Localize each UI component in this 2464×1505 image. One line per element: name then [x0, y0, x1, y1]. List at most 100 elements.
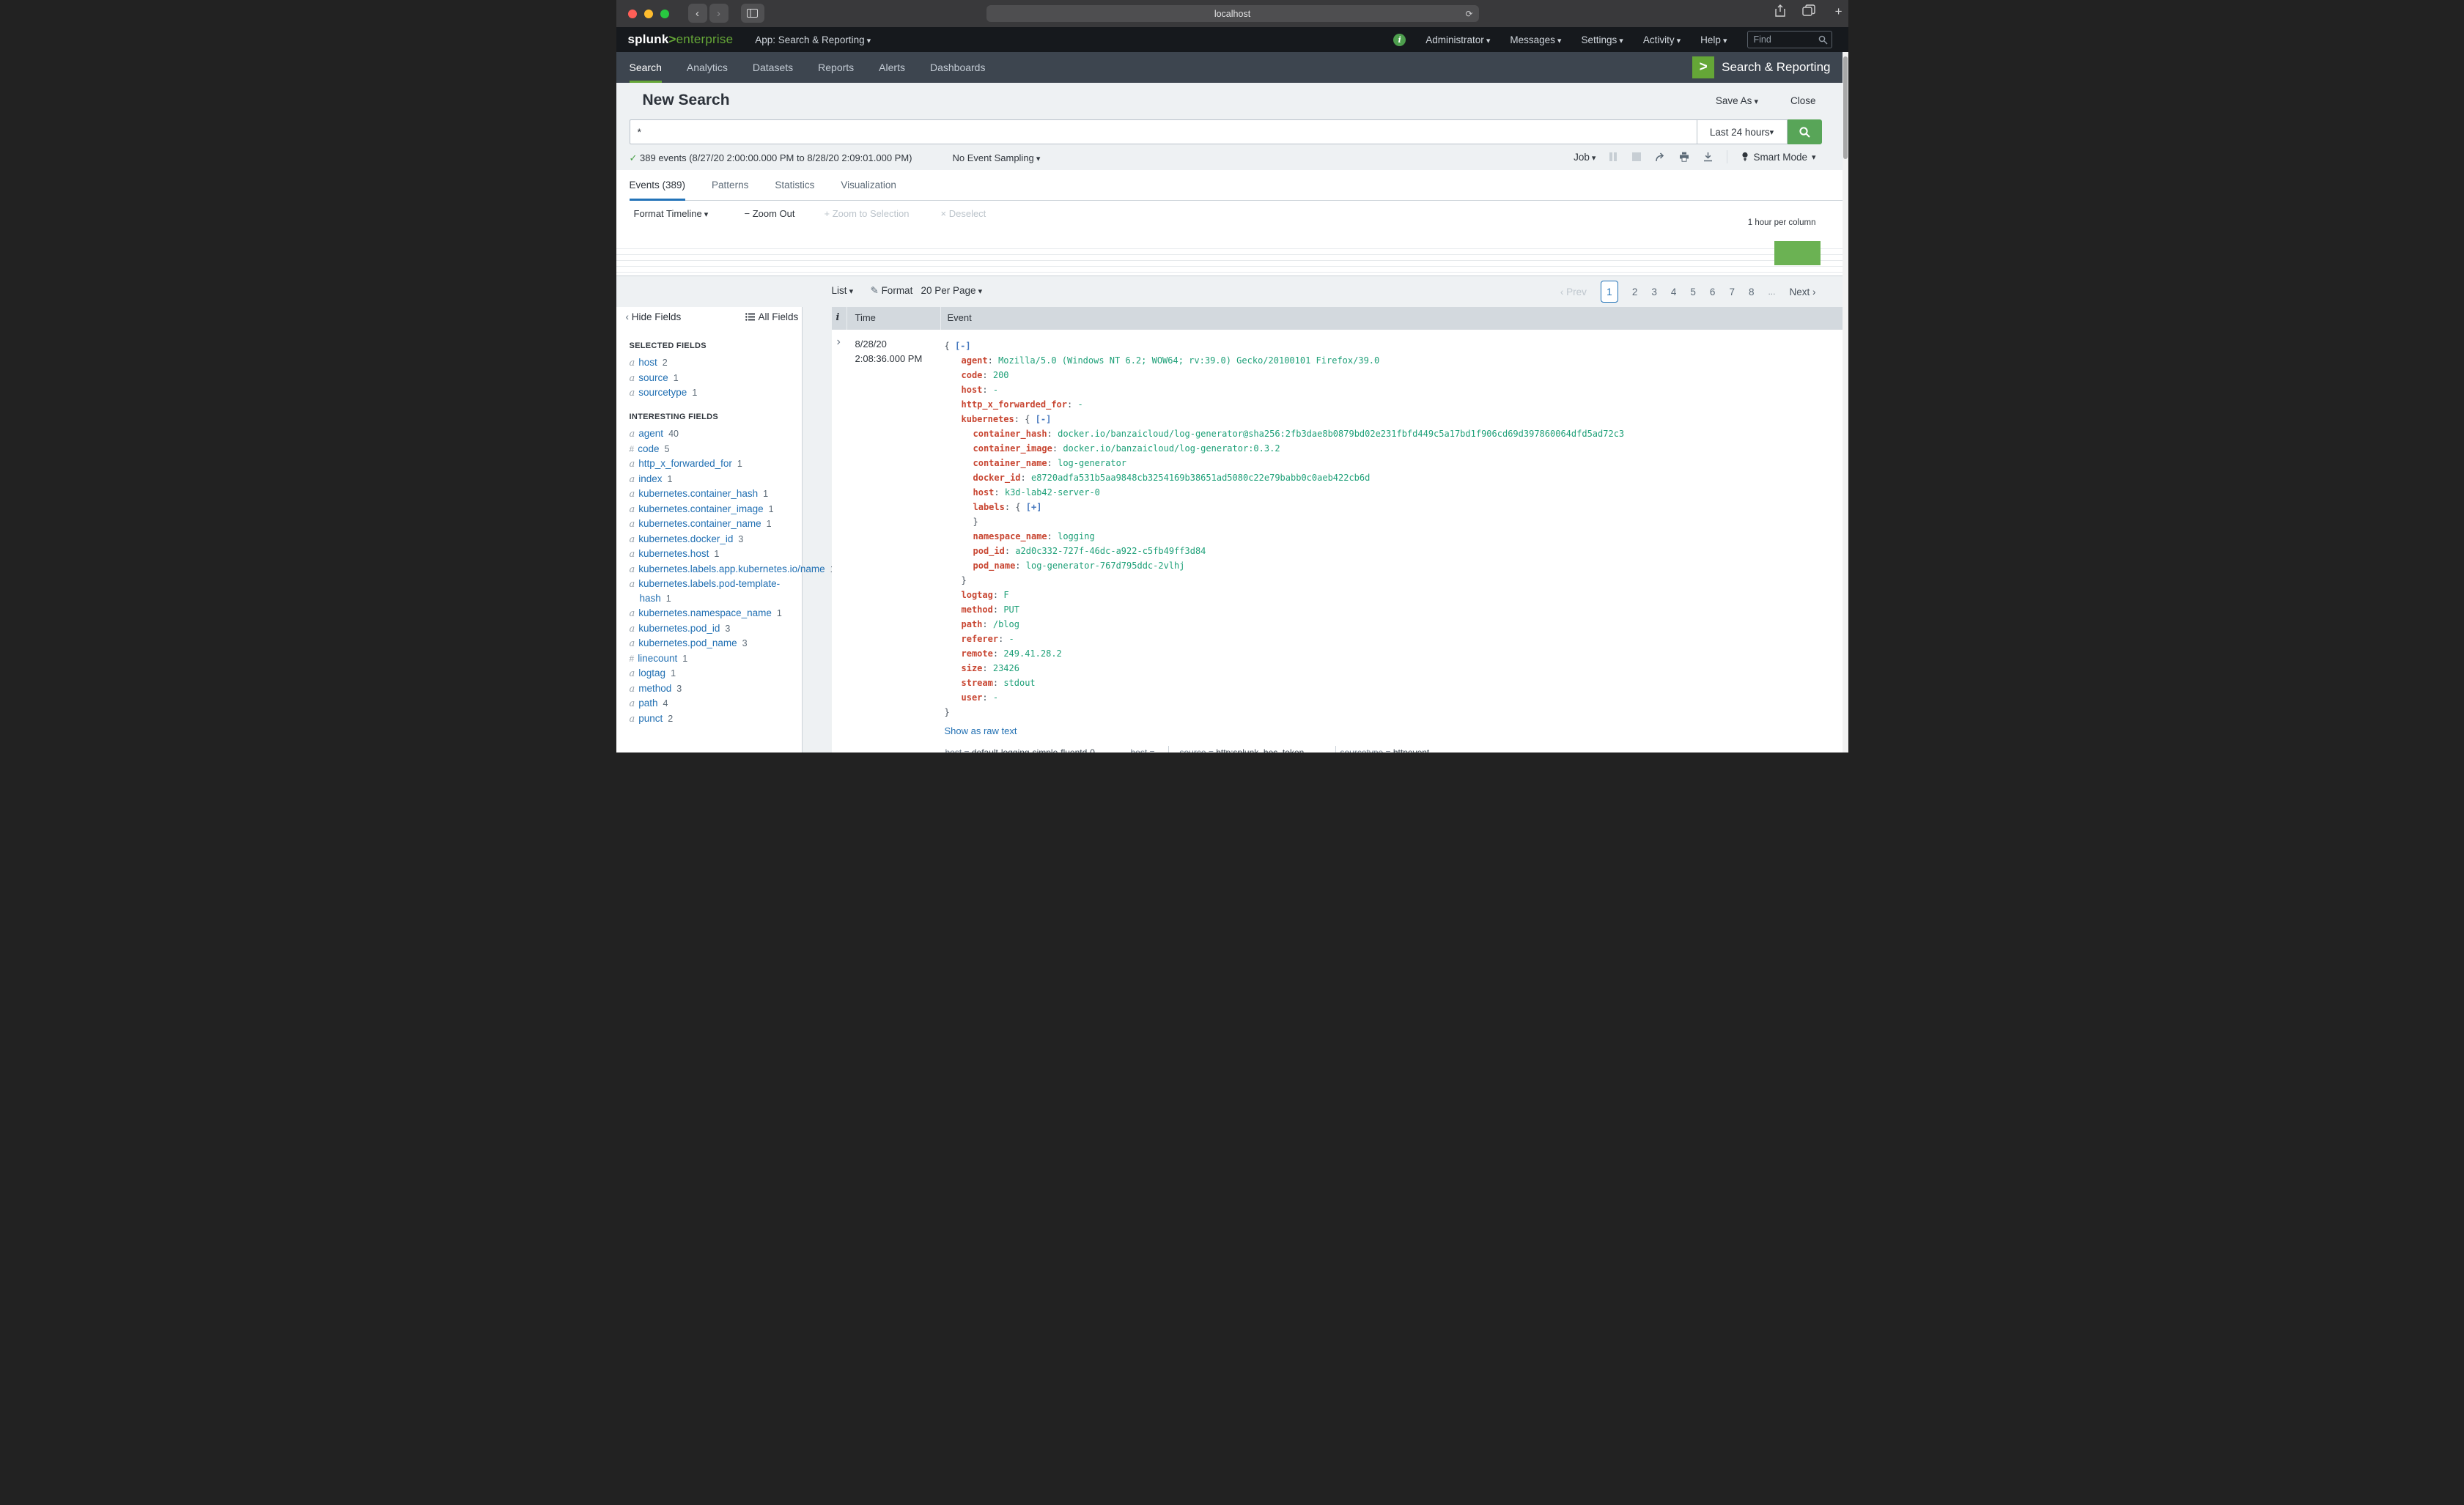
expand-event-chevron[interactable]: ›	[837, 336, 841, 349]
nav-tab-dashboards[interactable]: Dashboards	[930, 52, 986, 83]
field-item-kubernetes.host[interactable]: akubernetes.host1	[630, 547, 795, 562]
page-8-button[interactable]: 8	[1749, 286, 1755, 297]
menu-settings[interactable]: Settings	[1581, 34, 1623, 45]
nav-tab-analytics[interactable]: Analytics	[687, 52, 728, 83]
page-6-button[interactable]: 6	[1710, 286, 1716, 297]
minimize-window-button[interactable]	[644, 10, 653, 18]
footer-field-sourcetype[interactable]: sourcetype = httpevent	[1340, 747, 1430, 752]
field-item-kubernetes.labels.pod-template-hash[interactable]: akubernetes.labels.pod-template-hash1	[630, 577, 795, 606]
nav-tab-search[interactable]: Search	[630, 52, 662, 83]
page-5-button[interactable]: 5	[1690, 286, 1696, 297]
field-item-logtag[interactable]: alogtag1	[630, 666, 795, 681]
footer-field-host[interactable]: host = default-logging-simple-fluentd-0	[945, 747, 1095, 752]
time-range-picker[interactable]: Last 24 hours	[1697, 119, 1788, 144]
page-4-button[interactable]: 4	[1671, 286, 1677, 297]
interesting-fields-list: aagent40#code5ahttp_x_forwarded_for1aind…	[630, 426, 795, 726]
scrollbar-thumb[interactable]	[1843, 56, 1848, 159]
new-tab-icon[interactable]: +	[1835, 4, 1843, 19]
page-3-button[interactable]: 3	[1651, 286, 1657, 297]
json-toggle[interactable]: [+]	[1026, 502, 1042, 512]
zoom-to-selection-button[interactable]: Zoom to Selection	[825, 208, 910, 219]
field-item-kubernetes.namespace_name[interactable]: akubernetes.namespace_name1	[630, 606, 795, 621]
nav-tab-alerts[interactable]: Alerts	[879, 52, 905, 83]
tab-patterns[interactable]: Patterns	[712, 170, 748, 201]
field-name: http_x_forwarded_for	[638, 458, 732, 469]
save-as-button[interactable]: Save As	[1716, 95, 1758, 106]
field-item-kubernetes.pod_name[interactable]: akubernetes.pod_name3	[630, 636, 795, 651]
zoom-window-button[interactable]	[660, 10, 669, 18]
field-item-kubernetes.pod_id[interactable]: akubernetes.pod_id3	[630, 621, 795, 637]
field-item-punct[interactable]: apunct2	[630, 711, 795, 727]
menu-administrator[interactable]: Administrator	[1425, 34, 1490, 45]
field-item-code[interactable]: #code5	[630, 442, 795, 457]
reload-icon[interactable]: ⟳	[1465, 9, 1472, 19]
pause-icon[interactable]	[1609, 152, 1618, 161]
sidebar-toggle-button[interactable]	[741, 4, 764, 23]
address-bar[interactable]: localhost ⟳	[986, 5, 1479, 22]
print-icon[interactable]	[1679, 152, 1689, 162]
download-icon[interactable]	[1703, 152, 1713, 162]
menu-activity[interactable]: Activity	[1643, 34, 1681, 45]
tab-events-[interactable]: Events (389)	[630, 170, 686, 201]
tab-statistics[interactable]: Statistics	[775, 170, 814, 201]
zoom-out-button[interactable]: Zoom Out	[745, 208, 795, 219]
deselect-button[interactable]: Deselect	[941, 208, 986, 219]
footer-field-source[interactable]: source = http:splunk_hec_token	[1180, 747, 1305, 752]
menu-messages[interactable]: Messages	[1510, 34, 1561, 45]
per-page-menu[interactable]: 20 Per Page	[921, 285, 983, 296]
job-menu[interactable]: Job	[1574, 152, 1596, 163]
field-item-method[interactable]: amethod3	[630, 681, 795, 697]
back-button[interactable]: ‹	[688, 4, 707, 23]
page-scrollbar[interactable]	[1843, 52, 1848, 752]
field-item-kubernetes.container_hash[interactable]: akubernetes.container_hash1	[630, 487, 795, 502]
json-key: http_x_forwarded_for	[962, 399, 1068, 410]
close-window-button[interactable]	[628, 10, 637, 18]
stop-icon[interactable]	[1632, 152, 1641, 161]
field-item-host[interactable]: ahost2	[630, 355, 795, 371]
format-button[interactable]: Format	[871, 285, 913, 297]
info-icon[interactable]: i	[1393, 34, 1406, 46]
field-item-path[interactable]: apath4	[630, 696, 795, 711]
format-timeline-menu[interactable]: Format Timeline	[634, 208, 709, 219]
share-icon[interactable]	[1774, 4, 1786, 21]
tab-visualization[interactable]: Visualization	[841, 170, 896, 201]
field-item-kubernetes.docker_id[interactable]: akubernetes.docker_id3	[630, 532, 795, 547]
hide-fields-link[interactable]: Hide Fields	[626, 311, 682, 322]
time-column-header[interactable]: Time	[855, 312, 876, 323]
splunk-logo[interactable]: splunk>enterprise	[628, 32, 734, 47]
nav-tab-reports[interactable]: Reports	[818, 52, 854, 83]
list-view-menu[interactable]: List	[832, 285, 854, 296]
json-toggle[interactable]: [-]	[1036, 414, 1052, 424]
json-toggle[interactable]: [-]	[955, 341, 971, 351]
field-item-kubernetes.container_name[interactable]: akubernetes.container_name1	[630, 517, 795, 532]
share-job-icon[interactable]	[1655, 152, 1665, 162]
nav-tab-datasets[interactable]: Datasets	[753, 52, 793, 83]
event-sampling-menu[interactable]: No Event Sampling	[953, 152, 1041, 163]
footer-field-host[interactable]: host =	[1131, 747, 1155, 752]
show-raw-text-link[interactable]: Show as raw text	[945, 725, 1017, 736]
forward-button[interactable]: ›	[709, 4, 728, 23]
app-menu[interactable]: App: Search & Reporting	[755, 34, 871, 45]
page-7-button[interactable]: 7	[1729, 286, 1735, 297]
search-button[interactable]	[1788, 119, 1822, 144]
search-query-input[interactable]	[630, 119, 1697, 144]
field-item-kubernetes.labels.app.kubernetes.io/name[interactable]: akubernetes.labels.app.kubernetes.io/nam…	[630, 562, 795, 577]
field-item-source[interactable]: asource1	[630, 371, 795, 386]
smart-mode-menu[interactable]: Smart Mode	[1741, 152, 1815, 163]
app-badge[interactable]: > Search & Reporting	[1692, 56, 1830, 78]
close-button[interactable]: Close	[1790, 95, 1816, 106]
page-2-button[interactable]: 2	[1632, 286, 1638, 297]
field-item-linecount[interactable]: #linecount1	[630, 651, 795, 667]
field-item-agent[interactable]: aagent40	[630, 426, 795, 442]
field-item-sourcetype[interactable]: asourcetype1	[630, 385, 795, 401]
all-fields-link[interactable]: All Fields	[745, 311, 799, 322]
next-page-button[interactable]: Next	[1789, 286, 1815, 297]
timeline-bar[interactable]	[1774, 241, 1821, 265]
event-timeline-chart[interactable]	[616, 236, 1843, 276]
field-item-http_x_forwarded_for[interactable]: ahttp_x_forwarded_for1	[630, 456, 795, 472]
field-item-index[interactable]: aindex1	[630, 472, 795, 487]
page-1-button[interactable]: 1	[1601, 281, 1618, 303]
menu-help[interactable]: Help	[1700, 34, 1727, 45]
field-item-kubernetes.container_image[interactable]: akubernetes.container_image1	[630, 502, 795, 517]
tabs-overview-icon[interactable]	[1802, 4, 1815, 20]
